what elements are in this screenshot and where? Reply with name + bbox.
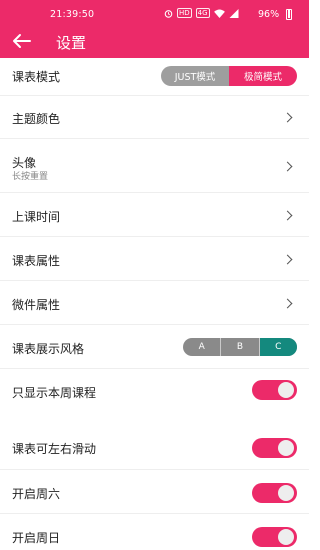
row-label: 课表属性 [12, 254, 61, 268]
app-bar: 21:39:50 HD 4G 96% 设置 [0, 0, 309, 58]
alarm-icon [164, 9, 173, 18]
mode-option-minimal[interactable]: 极简模式 [229, 66, 297, 86]
arrow-left-icon[interactable] [12, 33, 32, 49]
row-label: 课表展示风格 [12, 342, 85, 356]
row-label: 课表模式 [12, 70, 61, 84]
style-option-b[interactable]: B [221, 338, 260, 356]
toggle-knob [278, 382, 294, 398]
row-swipe: 课表可左右滑动 [0, 425, 309, 470]
status-time: 21:39:50 [50, 9, 95, 20]
row-label: 主题颜色 [12, 112, 61, 126]
toggle-knob [278, 440, 294, 456]
row-schedule-mode: 课表模式 JUST模式 极简模式 [0, 58, 309, 96]
chevron-right-icon [282, 298, 293, 309]
toggle-knob [278, 485, 294, 501]
battery-percent: 96% [258, 9, 280, 20]
sunday-toggle[interactable] [252, 527, 297, 547]
chevron-right-icon [282, 161, 293, 172]
row-label: 上课时间 [12, 210, 61, 224]
row-widget-properties[interactable]: 微件属性 [0, 281, 309, 325]
row-class-time[interactable]: 上课时间 [0, 193, 309, 237]
chevron-right-icon [282, 254, 293, 265]
row-saturday: 开启周六 [0, 470, 309, 514]
saturday-toggle[interactable] [252, 483, 297, 503]
row-label: 开启周日 [12, 531, 61, 545]
page-title: 设置 [56, 34, 87, 52]
row-schedule-properties[interactable]: 课表属性 [0, 237, 309, 281]
only-this-week-toggle[interactable] [252, 380, 297, 400]
style-option-c[interactable]: C [259, 338, 297, 356]
row-label: 开启周六 [12, 487, 61, 501]
mode-option-just[interactable]: JUST模式 [161, 66, 229, 86]
chevron-right-icon [282, 210, 293, 221]
volte-icon: 4G [195, 8, 210, 18]
chevron-right-icon [282, 112, 293, 123]
battery-icon [286, 9, 292, 20]
toggle-knob [278, 529, 294, 545]
mode-segmented-control[interactable]: JUST模式 极简模式 [161, 66, 297, 86]
row-sublabel: 长按重置 [12, 172, 49, 182]
signal-icon [229, 8, 239, 18]
row-label: 微件属性 [12, 298, 61, 312]
style-option-a[interactable]: A [183, 338, 222, 356]
style-segmented-control[interactable]: A B C [183, 338, 297, 356]
row-avatar[interactable]: 头像 长按重置 [0, 139, 309, 193]
swipe-toggle[interactable] [252, 438, 297, 458]
wifi-icon [213, 8, 225, 18]
hd-icon: HD [177, 8, 192, 18]
row-label: 课表可左右滑动 [12, 442, 97, 456]
row-theme-color[interactable]: 主题颜色 [0, 96, 309, 139]
status-icons: HD 4G [164, 8, 239, 18]
row-display-style: 课表展示风格 A B C [0, 325, 309, 369]
row-label: 只显示本周课程 [12, 386, 97, 400]
status-bar: 21:39:50 HD 4G 96% [0, 0, 309, 26]
row-only-this-week: 只显示本周课程 [0, 369, 309, 425]
row-sunday: 开启周日 [0, 514, 309, 550]
